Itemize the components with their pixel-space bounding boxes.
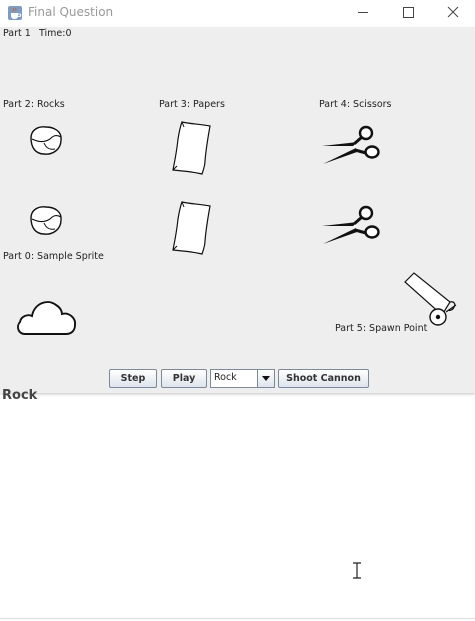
maximize-button[interactable] xyxy=(385,0,431,27)
shoot-cannon-button[interactable]: Shoot Cannon xyxy=(278,369,369,388)
paper-sprite xyxy=(172,201,211,255)
text-cursor-icon xyxy=(353,562,361,579)
scissors-sprite xyxy=(322,125,380,164)
close-button[interactable] xyxy=(430,0,475,27)
paper-sprite xyxy=(172,121,211,175)
output-text: Rock xyxy=(2,388,38,403)
title-bar[interactable]: Final Question xyxy=(0,0,475,27)
minimize-button[interactable] xyxy=(340,0,386,27)
divider xyxy=(0,618,475,619)
java-cup-icon xyxy=(8,6,22,20)
chevron-down-icon xyxy=(262,376,270,381)
maximize-icon xyxy=(403,7,414,18)
control-toolbar: Step Play Rock Shoot Cannon xyxy=(0,366,475,393)
rock-sprite xyxy=(30,206,62,235)
dropdown-arrow-button[interactable] xyxy=(257,370,274,387)
sprite-type-value: Rock xyxy=(214,372,237,383)
close-icon xyxy=(447,6,459,18)
scissors-sprite xyxy=(322,205,380,244)
window-title: Final Question xyxy=(28,5,114,19)
part2-label: Part 2: Rocks xyxy=(3,99,65,110)
rock-sprite xyxy=(30,126,62,155)
time-label: Time:0 xyxy=(39,28,72,39)
play-button[interactable]: Play xyxy=(161,369,207,388)
sprite-type-dropdown[interactable]: Rock xyxy=(210,369,275,388)
cloud-sprite xyxy=(17,301,76,335)
app-window: Final Question Part 1 Time:0 Part 2: Roc… xyxy=(0,0,475,393)
part0-label: Part 0: Sample Sprite xyxy=(3,251,104,262)
cannon-sprite xyxy=(404,272,457,326)
part1-label: Part 1 xyxy=(3,28,31,39)
game-canvas[interactable]: Part 1 Time:0 Part 2: Rocks Part 3: Pape… xyxy=(0,27,475,366)
minimize-icon xyxy=(358,12,368,13)
part4-label: Part 4: Scissors xyxy=(319,99,392,110)
step-button[interactable]: Step xyxy=(109,369,157,388)
part3-label: Part 3: Papers xyxy=(159,99,225,110)
